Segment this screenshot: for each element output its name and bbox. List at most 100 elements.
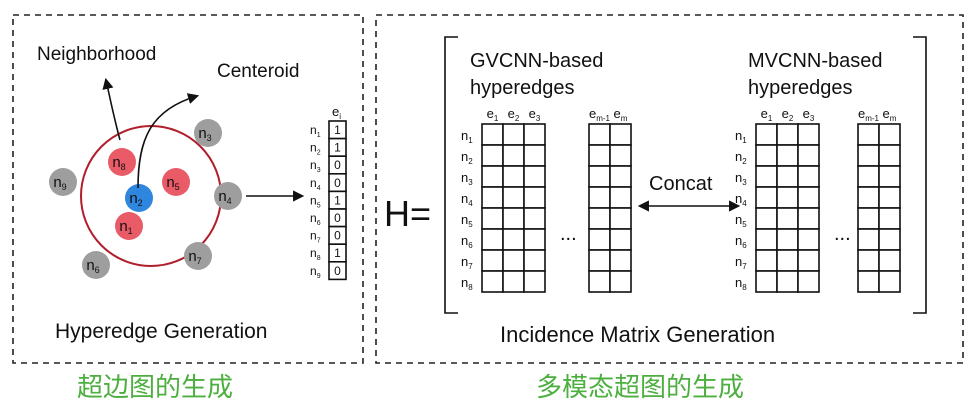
matrix-row-label: n8	[461, 275, 473, 292]
matrix-row-label: n3	[735, 170, 747, 187]
matrix-cell	[502, 186, 525, 209]
matrix-cell	[755, 270, 778, 293]
matrix-row-label: n5	[461, 212, 473, 229]
matrix-cell	[797, 144, 820, 167]
matrix-row-label: n1	[735, 128, 747, 145]
matrix-cell	[502, 207, 525, 230]
matrix-cell	[609, 123, 632, 146]
matrix-cell	[776, 165, 799, 188]
vector-row-label: n2	[310, 141, 321, 157]
matrix-cell	[609, 144, 632, 167]
matrix-cell	[755, 228, 778, 251]
matrix-cell	[523, 165, 546, 188]
matrix-cell	[857, 207, 880, 230]
right-panel-title: Incidence Matrix Generation	[500, 322, 775, 347]
mvcnn-matrix: MVCNN-basedhyperedgesn1n2n3n4n5n6n7n8e1 e…	[735, 50, 901, 293]
matrix-cell	[776, 186, 799, 209]
vector-value: 0	[334, 211, 341, 225]
matrix-cell	[878, 207, 901, 230]
matrix-row-label: n5	[735, 212, 747, 229]
matrix-cell	[481, 228, 504, 251]
matrix-cell	[588, 165, 611, 188]
vector-header: ei	[332, 104, 341, 121]
matrix-cell	[797, 207, 820, 230]
incidence-matrices: GVCNN-based hyperedges n1 n2 n3 n4 n5 n6 n7 n8 e1 e…	[461, 50, 901, 293]
neighborhood-label: Neighborhood	[37, 44, 156, 65]
matrix-col-label: em	[614, 106, 628, 123]
centeroid-label: Centeroid	[217, 61, 299, 82]
right-panel-caption: 多模态超图的生成	[536, 373, 744, 403]
matrix-cell	[523, 207, 546, 230]
matrix-title-line: GVCNN-based	[470, 50, 603, 72]
matrix-cell	[776, 144, 799, 167]
matrix-cell	[481, 123, 504, 146]
matrix-cell	[797, 165, 820, 188]
diagram-canvas: n1n2n3n4n5n6n7n8n9 Neighborhood Centeroi…	[12, 14, 964, 403]
matrix-cell	[481, 249, 504, 272]
matrix-row-label: n7	[735, 254, 747, 271]
matrix-cell	[878, 123, 901, 146]
matrix-cell	[523, 123, 546, 146]
matrix-col-label: e1	[761, 106, 773, 123]
matrix-cell	[755, 249, 778, 272]
left-bracket	[444, 36, 458, 314]
matrix-cell	[481, 186, 504, 209]
vector-row-label: n7	[310, 229, 321, 245]
node-n7: n7	[184, 242, 212, 270]
matrix-cell	[502, 249, 525, 272]
matrix-col-label: e1	[487, 106, 499, 123]
matrix-cell	[609, 207, 632, 230]
vector-row-label: n5	[310, 193, 321, 209]
vector-value: 1	[334, 123, 341, 137]
matrix-cell	[878, 249, 901, 272]
vector-row-label: n9	[310, 264, 321, 280]
concat-label: Concat	[649, 173, 713, 195]
matrix-cell	[609, 186, 632, 209]
vector-value: 1	[334, 141, 341, 155]
vector-value: 0	[334, 158, 341, 172]
matrix-title-line: hyperedges	[470, 77, 575, 99]
node-n5: n5	[162, 168, 190, 196]
matrix-cell	[481, 144, 504, 167]
matrix-cell	[481, 165, 504, 188]
matrix-cell	[776, 249, 799, 272]
matrix-cell	[857, 249, 880, 272]
h-equals-label: H=	[384, 193, 431, 234]
matrix-cell	[797, 186, 820, 209]
matrix-col-label: e3	[803, 106, 815, 123]
matrix-cell	[857, 144, 880, 167]
matrix-col-label: em	[883, 106, 897, 123]
left-panel-caption: 超边图的生成	[77, 373, 233, 403]
matrix-cell	[502, 165, 525, 188]
right-bracket	[913, 36, 927, 314]
matrix-row-label: n6	[461, 233, 473, 250]
matrix-row-label: n2	[461, 149, 473, 166]
matrix-row-label: n8	[735, 275, 747, 292]
vector-row-label: n4	[310, 176, 321, 192]
vector-value: 1	[334, 193, 341, 207]
matrix-col-label: e3	[529, 106, 541, 123]
matrix-cell	[776, 123, 799, 146]
vector-row-label: n1	[310, 123, 321, 139]
matrix-cell	[857, 123, 880, 146]
matrix-cell	[523, 144, 546, 167]
node-n3: n3	[194, 119, 222, 147]
matrix-cell	[755, 123, 778, 146]
matrix-cell	[523, 249, 546, 272]
matrix-cell	[588, 249, 611, 272]
node-n4: n4	[214, 182, 242, 210]
matrix-cell	[878, 228, 901, 251]
matrix-cell	[609, 270, 632, 293]
matrix-cell	[755, 186, 778, 209]
node-n9: n9	[49, 168, 77, 196]
left-panel-title: Hyperedge Generation	[55, 320, 267, 343]
matrix-cell	[797, 249, 820, 272]
matrix-cell	[588, 186, 611, 209]
matrix-cell	[502, 123, 525, 146]
matrix-cell	[776, 228, 799, 251]
matrix-cell	[776, 207, 799, 230]
matrix-cell	[857, 186, 880, 209]
vector-value: 0	[334, 264, 341, 278]
matrix-title-line: MVCNN-based	[748, 50, 882, 72]
matrix-cell	[878, 144, 901, 167]
